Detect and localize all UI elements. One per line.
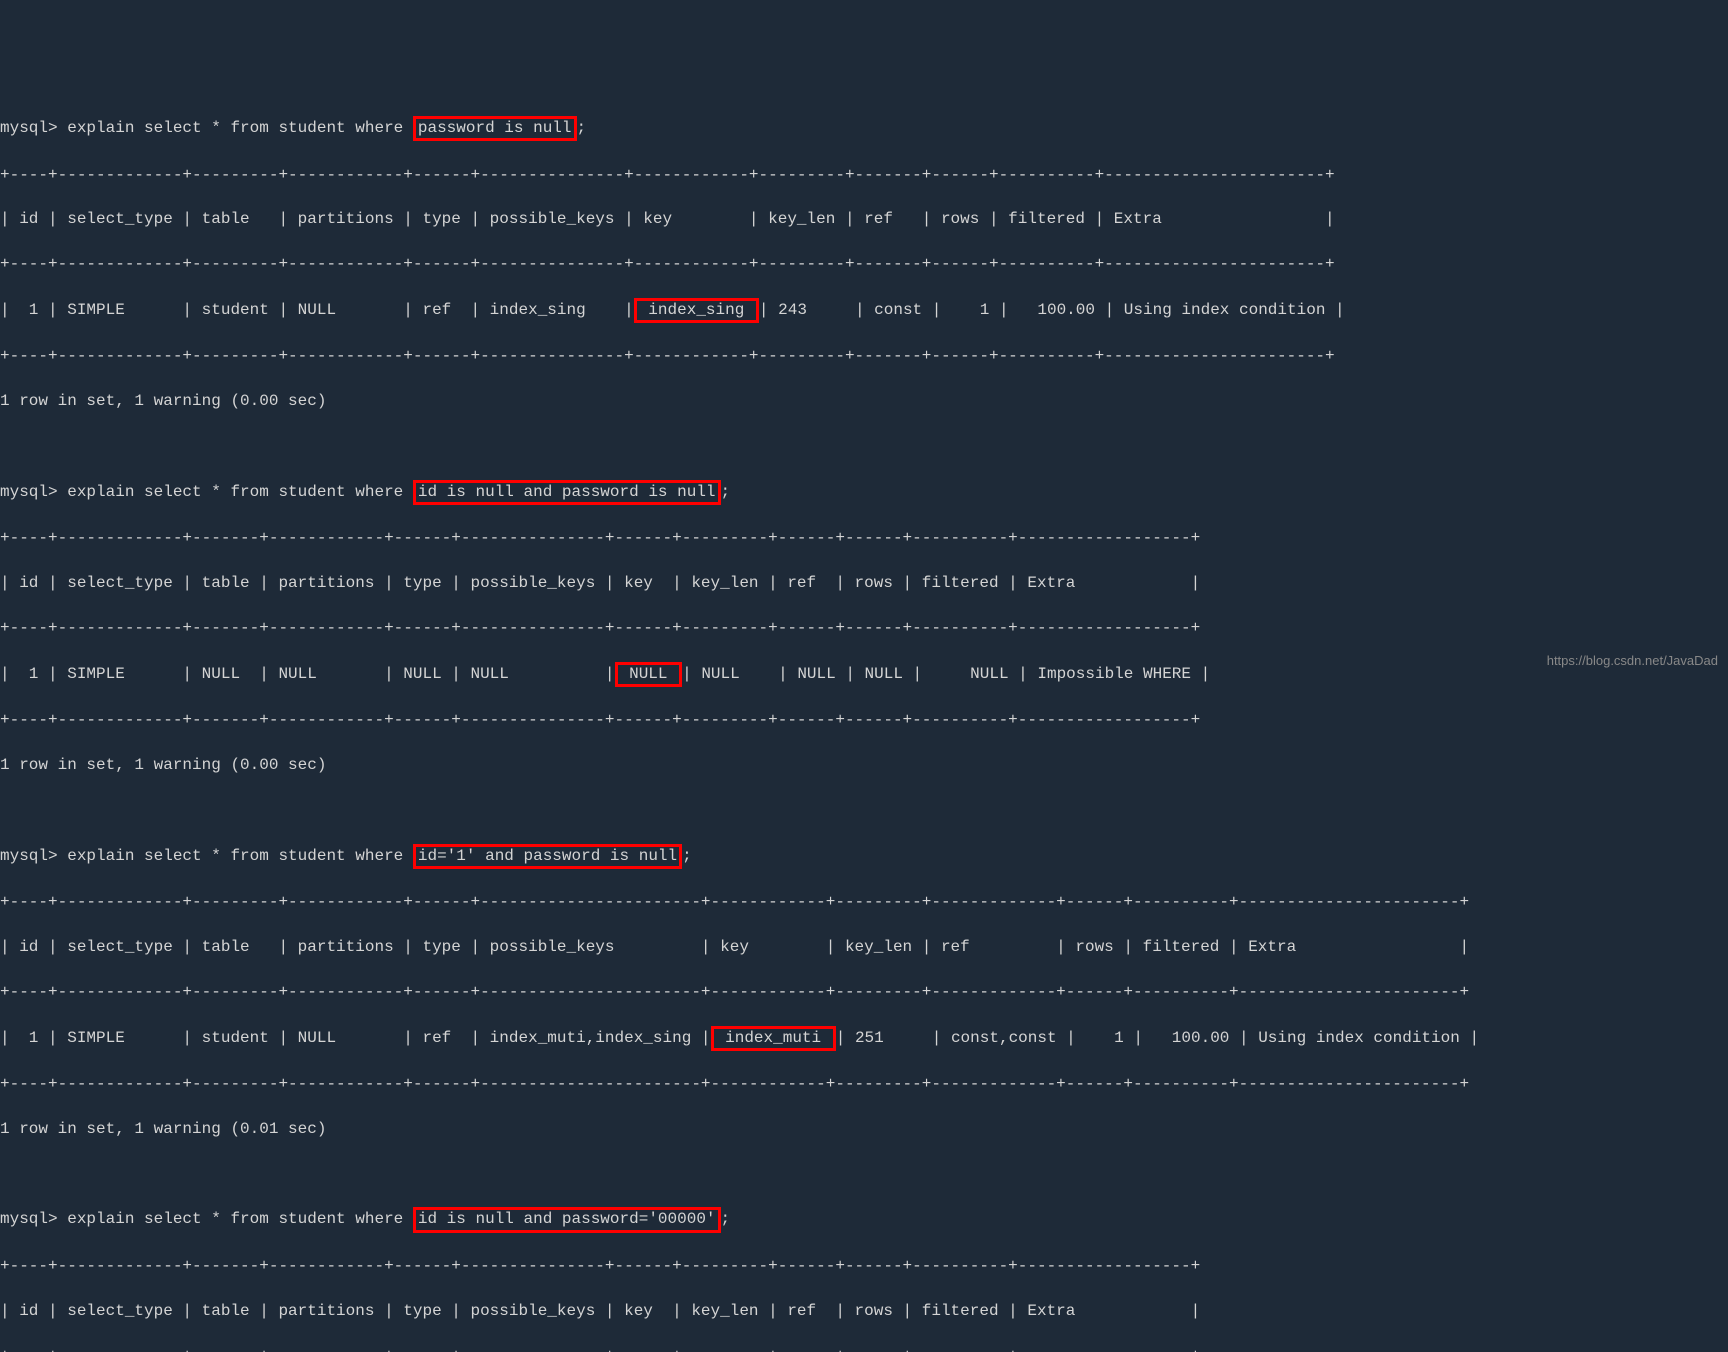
query-line-3: mysql> explain select * from student whe… <box>0 844 1728 869</box>
query-tail: ; <box>682 847 692 865</box>
summary-line: 1 row in set, 1 warning (0.00 sec) <box>0 754 1728 776</box>
watermark-text: https://blog.csdn.net/JavaDad <box>1547 652 1718 670</box>
row-pre: | 1 | SIMPLE | student | NULL | ref | in… <box>0 1029 711 1047</box>
highlight-key-3: index_muti <box>711 1026 836 1051</box>
prompt-text: mysql> explain select * from student whe… <box>0 119 413 137</box>
prompt-text: mysql> explain select * from student whe… <box>0 847 413 865</box>
table-border: +----+-------------+---------+----------… <box>0 164 1728 186</box>
table-border: +----+-------------+---------+----------… <box>0 981 1728 1003</box>
row-post: | 251 | const,const | 1 | 100.00 | Using… <box>836 1029 1479 1047</box>
terminal-output: mysql> explain select * from student whe… <box>0 94 1728 1352</box>
prompt-text: mysql> explain select * from student whe… <box>0 1210 413 1228</box>
table-header: | id | select_type | table | partitions … <box>0 1300 1728 1322</box>
highlight-where-2: id is null and password is null <box>413 480 721 505</box>
row-post: | NULL | NULL | NULL | NULL | Impossible… <box>682 665 1210 683</box>
row-pre: | 1 | SIMPLE | NULL | NULL | NULL | NULL… <box>0 665 615 683</box>
table-row: | 1 | SIMPLE | student | NULL | ref | in… <box>0 298 1728 323</box>
table-row: | 1 | SIMPLE | student | NULL | ref | in… <box>0 1026 1728 1051</box>
table-border: +----+-------------+---------+----------… <box>0 253 1728 275</box>
highlight-key-2: NULL <box>615 662 683 687</box>
table-border: +----+-------------+-------+------------… <box>0 709 1728 731</box>
table-border: +----+-------------+---------+----------… <box>0 1073 1728 1095</box>
table-border: +----+-------------+-------+------------… <box>0 527 1728 549</box>
summary-line: 1 row in set, 1 warning (0.01 sec) <box>0 1118 1728 1140</box>
blank-line <box>0 799 1728 821</box>
table-row: | 1 | SIMPLE | NULL | NULL | NULL | NULL… <box>0 662 1728 687</box>
blank-line <box>0 435 1728 457</box>
query-line-1: mysql> explain select * from student whe… <box>0 116 1728 141</box>
table-border: +----+-------------+---------+----------… <box>0 345 1728 367</box>
table-header: | id | select_type | table | partitions … <box>0 936 1728 958</box>
summary-line: 1 row in set, 1 warning (0.00 sec) <box>0 390 1728 412</box>
row-pre: | 1 | SIMPLE | student | NULL | ref | in… <box>0 301 634 319</box>
query-line-4: mysql> explain select * from student whe… <box>0 1207 1728 1232</box>
row-post: | 243 | const | 1 | 100.00 | Using index… <box>759 301 1345 319</box>
table-header: | id | select_type | table | partitions … <box>0 572 1728 594</box>
query-tail: ; <box>721 1210 731 1228</box>
highlight-where-3: id='1' and password is null <box>413 844 682 869</box>
prompt-text: mysql> explain select * from student whe… <box>0 483 413 501</box>
table-border: +----+-------------+-------+------------… <box>0 1255 1728 1277</box>
highlight-where-4: id is null and password='00000' <box>413 1207 721 1232</box>
query-line-2: mysql> explain select * from student whe… <box>0 480 1728 505</box>
table-header: | id | select_type | table | partitions … <box>0 208 1728 230</box>
table-border: +----+-------------+-------+------------… <box>0 1345 1728 1352</box>
highlight-key-1: index_sing <box>634 298 759 323</box>
query-tail: ; <box>721 483 731 501</box>
query-tail: ; <box>577 119 587 137</box>
blank-line <box>0 1163 1728 1185</box>
highlight-where-1: password is null <box>413 116 577 141</box>
table-border: +----+-------------+---------+----------… <box>0 891 1728 913</box>
table-border: +----+-------------+-------+------------… <box>0 617 1728 639</box>
